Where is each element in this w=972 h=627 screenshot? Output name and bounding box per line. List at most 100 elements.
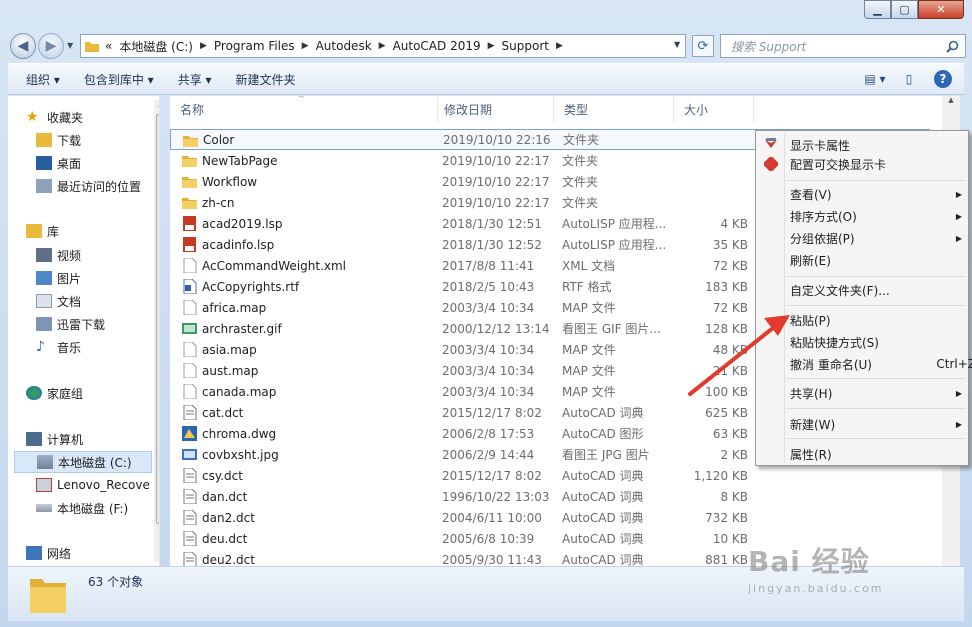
new-folder-button[interactable]: 新建文件夹	[224, 71, 308, 88]
menu-undo-rename[interactable]: 撤消 重命名(U) Ctrl+Z	[790, 354, 972, 374]
refresh-icon[interactable]: ⟳	[692, 35, 714, 57]
file-type: 看图王 GIF 图片...	[562, 322, 661, 336]
menu-sort-by[interactable]: 排序方式(O) ▶	[790, 206, 966, 226]
file-type: RTF 格式	[562, 280, 612, 294]
file-date: 2018/1/30 12:52	[442, 237, 542, 252]
dct-file-icon	[183, 552, 197, 566]
share-menu[interactable]: 共享 ▾	[166, 71, 224, 88]
nav-scrollbar[interactable]: ▲	[154, 100, 159, 562]
nav-videos[interactable]: 视频	[36, 244, 81, 266]
desktop-icon	[36, 156, 52, 170]
address-bar[interactable]: « 本地磁盘 (C:) ▶ Program Files ▶ Autodesk ▶ Au…	[80, 34, 686, 58]
nav-scroll-thumb[interactable]	[156, 114, 159, 524]
breadcrumb-program-files[interactable]: Program Files	[214, 39, 295, 53]
view-options-icon[interactable]: ▤ ▾	[862, 68, 888, 90]
nav-libraries[interactable]: 库	[26, 220, 59, 242]
menu-new[interactable]: 新建(W) ▶	[790, 414, 966, 434]
nav-label: 本地磁盘 (C:)	[58, 455, 132, 470]
scroll-up-icon[interactable]: ▲	[154, 100, 159, 108]
library-icon	[26, 224, 42, 238]
menu-view[interactable]: 查看(V) ▶	[790, 184, 966, 204]
file-name: csy.dct	[202, 468, 243, 483]
include-in-library-menu[interactable]: 包含到库中 ▾	[72, 71, 166, 88]
file-date: 2005/6/8 10:39	[442, 531, 535, 546]
menu-customize-folder[interactable]: 自定义文件夹(F)...	[790, 280, 890, 300]
preview-pane-icon[interactable]: ▯	[896, 68, 922, 90]
scroll-up-icon[interactable]: ▲	[942, 96, 960, 104]
menu-group-by[interactable]: 分组依据(P) ▶	[790, 228, 966, 248]
nav-downloads[interactable]: 下载	[36, 129, 81, 151]
column-header-name[interactable]: 名称	[170, 96, 438, 122]
nav-thunder[interactable]: 迅雷下载	[36, 313, 105, 335]
nav-label: 网络	[47, 546, 72, 561]
file-size: 63 KB	[712, 426, 748, 441]
breadcrumb-support[interactable]: Support	[502, 39, 549, 53]
file-date: 2019/10/10 22:17	[442, 153, 550, 168]
file-date: 2019/10/10 22:16	[443, 132, 551, 147]
dct-file-icon	[183, 468, 197, 483]
file-date: 2005/9/30 11:43	[442, 552, 542, 567]
breadcrumb-separator-icon[interactable]: ▶	[556, 41, 563, 51]
recent-pages-chevron-icon[interactable]: ▼	[67, 41, 73, 50]
doc-file-icon	[183, 384, 197, 399]
thunder-download-icon	[36, 317, 52, 331]
breadcrumb-autodesk[interactable]: Autodesk	[316, 39, 372, 53]
organize-menu[interactable]: 组织 ▾	[8, 71, 72, 88]
menu-separator	[786, 305, 966, 306]
file-name: africa.map	[202, 300, 267, 315]
breadcrumb-separator-icon[interactable]: ▶	[200, 41, 207, 51]
file-name: AcCopyrights.rtf	[202, 279, 300, 294]
nav-favorites[interactable]: ★ 收藏夹	[26, 106, 83, 128]
address-overflow[interactable]: «	[105, 39, 112, 53]
menu-display-properties[interactable]: 显示卡属性	[790, 135, 850, 155]
menu-switchable-graphics[interactable]: 配置可交换显示卡	[790, 154, 886, 174]
nav-desktop[interactable]: 桌面	[36, 152, 81, 174]
nav-pictures[interactable]: 图片	[36, 267, 81, 289]
column-header-size[interactable]: 大小	[674, 96, 754, 122]
file-size: 72 KB	[712, 300, 748, 315]
breadcrumb-separator-icon[interactable]: ▶	[302, 41, 309, 51]
file-row-dan2-dct[interactable]: dan2.dct 2004/6/11 10:00 AutoCAD 词典 732 KB	[170, 507, 930, 528]
file-type: AutoLISP 应用程...	[562, 238, 667, 252]
file-type: AutoCAD 图形	[562, 427, 644, 441]
file-name: chroma.dwg	[202, 426, 277, 441]
nav-label: 图片	[57, 271, 82, 286]
forward-button[interactable]: ▶	[38, 33, 64, 59]
menu-share[interactable]: 共享(H) ▶	[790, 383, 966, 403]
file-date: 2019/10/10 22:17	[442, 195, 550, 210]
nav-recent[interactable]: 最近访问的位置	[36, 175, 141, 197]
breadcrumb-separator-icon[interactable]: ▶	[379, 41, 386, 51]
menu-paste[interactable]: 粘贴(P)	[790, 310, 831, 330]
breadcrumb-drive-c[interactable]: 本地磁盘 (C:)	[119, 38, 193, 55]
back-button[interactable]: ◀	[10, 33, 36, 59]
computer-icon	[26, 432, 42, 446]
nav-music[interactable]: ♪ 音乐	[36, 336, 81, 358]
breadcrumb-autocad[interactable]: AutoCAD 2019	[393, 39, 481, 53]
file-type: AutoCAD 词典	[562, 511, 644, 525]
nav-documents[interactable]: 文档	[36, 290, 81, 312]
nav-network[interactable]: 网络	[26, 542, 71, 564]
nav-drive-c[interactable]: 本地磁盘 (C:)	[14, 451, 152, 473]
close-button[interactable]: ✕	[918, 0, 964, 19]
address-dropdown-icon[interactable]: ▼	[674, 40, 680, 49]
nav-lenovo-recovery[interactable]: Lenovo_Recove	[36, 474, 150, 496]
maximize-button[interactable]: ▢	[891, 0, 918, 19]
minimize-button[interactable]: ▁	[864, 0, 891, 19]
file-type: MAP 文件	[562, 364, 616, 378]
menu-refresh[interactable]: 刷新(E)	[790, 250, 831, 270]
search-input[interactable]: 搜索 Support	[720, 34, 966, 58]
column-header-date[interactable]: 修改日期	[434, 96, 554, 122]
nav-computer[interactable]: 计算机	[26, 428, 83, 450]
menu-paste-shortcut[interactable]: 粘贴快捷方式(S)	[790, 332, 879, 352]
menu-properties[interactable]: 属性(R)	[790, 444, 832, 464]
nav-drive-f[interactable]: 本地磁盘 (F:)	[36, 497, 128, 519]
column-header-type[interactable]: 类型	[554, 96, 674, 122]
search-icon[interactable]	[946, 40, 959, 53]
nav-homegroup[interactable]: 家庭组	[26, 382, 83, 404]
help-button[interactable]: ?	[930, 68, 956, 90]
file-row-dan-dct[interactable]: dan.dct 1996/10/22 13:03 AutoCAD 词典 8 KB	[170, 486, 930, 507]
file-date: 2017/8/8 11:41	[442, 258, 535, 273]
submenu-arrow-icon: ▶	[955, 419, 962, 429]
breadcrumb-separator-icon[interactable]: ▶	[488, 41, 495, 51]
file-row-csy-dct[interactable]: csy.dct 2015/12/17 8:02 AutoCAD 词典 1,120 KB	[170, 465, 930, 486]
